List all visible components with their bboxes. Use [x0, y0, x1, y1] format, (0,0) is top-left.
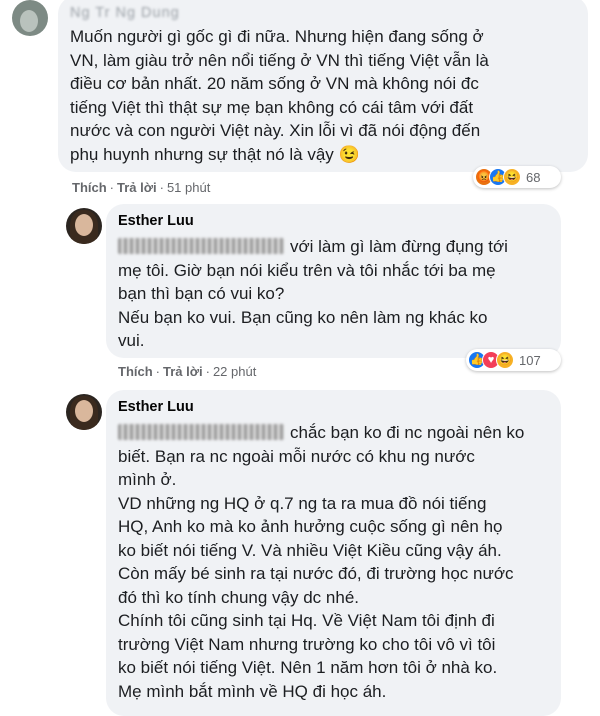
comment-actions: Thích · Trả lời · 51 phút	[72, 180, 211, 195]
comment-author[interactable]: Ng Tr Ng Dung	[70, 4, 576, 22]
reaction-summary[interactable]: 😡 👍 😆 68	[473, 166, 561, 188]
like-link[interactable]: Thích	[72, 180, 107, 195]
like-link[interactable]: Thích	[118, 364, 153, 379]
blurred-mention[interactable]	[118, 238, 284, 254]
reaction-count: 107	[519, 352, 541, 368]
comment-bubble: Ng Tr Ng Dung Muốn người gì gốc gì đi nữ…	[58, 0, 588, 172]
avatar-face	[75, 400, 93, 422]
haha-reaction-icon: 😆	[496, 351, 514, 369]
avatar[interactable]	[66, 394, 102, 430]
comment-text: với làm gì làm đừng đụng tới mẹ tôi. Giờ…	[118, 237, 508, 350]
comment-author[interactable]: Esther Luu	[118, 398, 549, 416]
comment-text: chắc bạn ko đi nc ngoài nên ko biết. Bạn…	[118, 423, 525, 701]
avatar[interactable]	[12, 0, 48, 36]
comment-author[interactable]: Esther Luu	[118, 212, 549, 230]
haha-reaction-icon: 😆	[503, 168, 521, 186]
reply-link[interactable]: Trả lời	[117, 180, 157, 195]
comment-text: Muốn người gì gốc gì đi nữa. Nhưng hiện …	[70, 27, 489, 164]
comment-bubble: Esther Luu chắc bạn ko đi nc ngoài nên k…	[106, 390, 561, 716]
comment-actions: Thích · Trả lời · 22 phút	[118, 364, 257, 379]
comment-bubble: Esther Luu với làm gì làm đừng đụng tới …	[106, 204, 561, 358]
avatar-face	[20, 10, 38, 32]
comment-time[interactable]: 51 phút	[167, 180, 210, 195]
blurred-mention[interactable]	[118, 424, 284, 440]
reply-link[interactable]: Trả lời	[163, 364, 203, 379]
reaction-summary[interactable]: 👍 ♥ 😆 107	[466, 349, 561, 371]
reaction-count: 68	[526, 169, 541, 185]
avatar-face	[75, 214, 93, 236]
comment-time[interactable]: 22 phút	[213, 364, 256, 379]
avatar[interactable]	[66, 208, 102, 244]
